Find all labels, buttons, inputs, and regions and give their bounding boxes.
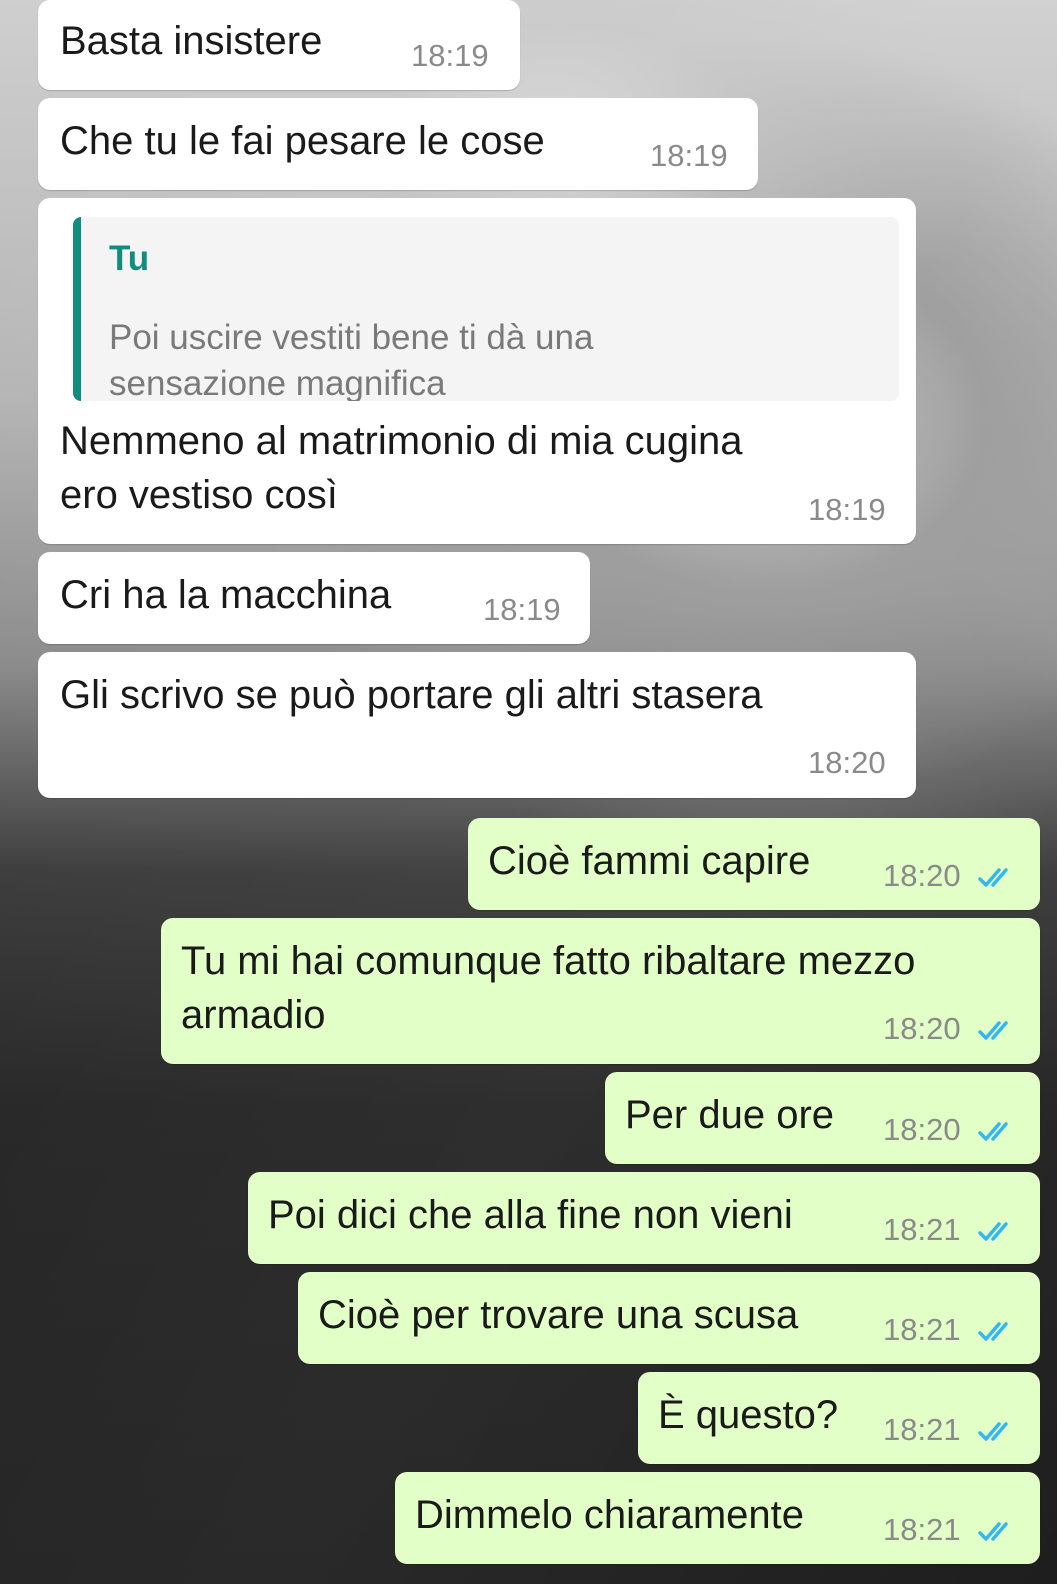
message-text: Gli scrivo se può portare gli altri stas…: [60, 673, 763, 717]
read-ticks-icon: [978, 1522, 1008, 1541]
outgoing-message[interactable]: Cioè fammi capire 18:20: [468, 818, 1040, 910]
message-time: 18:19: [650, 138, 728, 173]
message-text: Dimmelo chiaramente: [415, 1493, 805, 1537]
read-ticks-icon: [978, 1322, 1008, 1341]
outgoing-message[interactable]: Tu mi hai comunque fatto ribaltare mezzo…: [161, 918, 1040, 1064]
message-text: È questo?: [658, 1393, 839, 1437]
message-text: Che tu le fai pesare le cose: [60, 119, 545, 163]
incoming-reply-message[interactable]: Tu Poi uscire vestiti bene ti dà una sen…: [38, 198, 916, 544]
quote-author: Tu: [109, 239, 150, 278]
outgoing-message[interactable]: È questo? 18:21: [638, 1372, 1040, 1464]
incoming-message[interactable]: Che tu le fai pesare le cose 18:19: [38, 98, 758, 190]
message-text: ero vestiso così: [60, 473, 338, 517]
message-text: Tu mi hai comunque fatto ribaltare mezzo: [181, 939, 916, 983]
message-text: Basta insistere: [60, 19, 323, 63]
read-ticks-icon: [978, 1122, 1008, 1141]
message-time: 18:21: [883, 1412, 961, 1447]
incoming-message[interactable]: Cri ha la macchina 18:19: [38, 552, 590, 644]
read-ticks-icon: [978, 1021, 1008, 1040]
outgoing-message[interactable]: Cioè per trovare una scusa 18:21: [298, 1272, 1040, 1364]
message-time: 18:19: [808, 492, 886, 527]
incoming-message[interactable]: Gli scrivo se può portare gli altri stas…: [38, 652, 916, 798]
message-text: Cioè fammi capire: [488, 839, 811, 883]
incoming-message[interactable]: Basta insistere 18:19: [38, 0, 520, 90]
message-text: Cri ha la macchina: [60, 573, 392, 617]
read-ticks-icon: [978, 868, 1008, 887]
message-time: 18:19: [411, 38, 489, 73]
message-time: 18:21: [883, 1312, 961, 1347]
message-text: Poi dici che alla fine non vieni: [268, 1193, 793, 1237]
message-text: Per due ore: [625, 1093, 835, 1137]
message-time: 18:20: [808, 745, 886, 780]
outgoing-message[interactable]: Per due ore 18:20: [605, 1072, 1040, 1164]
message-time: 18:21: [883, 1212, 961, 1247]
quote-text-line: Poi uscire vestiti bene ti dà una: [109, 318, 594, 357]
message-time: 18:21: [883, 1512, 961, 1547]
quote-text-line: sensazione magnifica: [109, 364, 446, 401]
message-time: 18:20: [883, 858, 961, 893]
message-text: Cioè per trovare una scusa: [318, 1293, 799, 1337]
message-text: armadio: [181, 993, 326, 1037]
outgoing-message[interactable]: Dimmelo chiaramente 18:21: [395, 1472, 1040, 1564]
read-ticks-icon: [978, 1422, 1008, 1441]
message-text: Nemmeno al matrimonio di mia cugina: [60, 419, 743, 463]
message-time: 18:19: [483, 592, 561, 627]
quoted-message[interactable]: Tu Poi uscire vestiti bene ti dà una sen…: [73, 217, 899, 401]
message-time: 18:20: [883, 1011, 961, 1046]
quote-accent-bar: [73, 217, 81, 401]
read-ticks-icon: [978, 1222, 1008, 1241]
outgoing-message[interactable]: Poi dici che alla fine non vieni 18:21: [248, 1172, 1040, 1264]
message-time: 18:20: [883, 1112, 961, 1147]
